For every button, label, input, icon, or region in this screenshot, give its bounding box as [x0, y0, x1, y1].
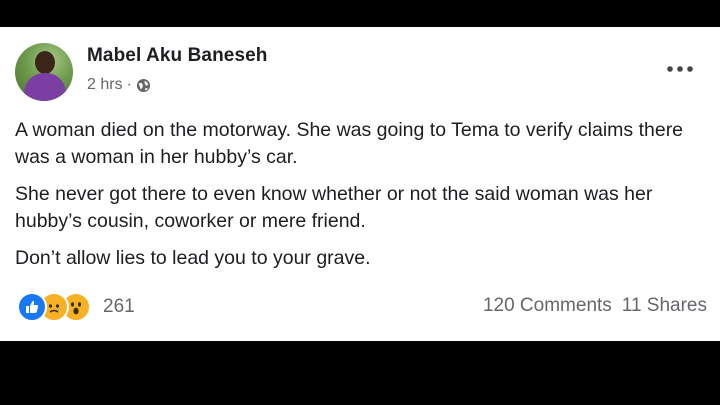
- post-paragraph: Don’t allow lies to lead you to your gra…: [15, 247, 371, 269]
- globe-icon[interactable]: [136, 78, 151, 93]
- reactions-summary[interactable]: 261: [17, 292, 135, 322]
- post-body: A woman died on the motorway. She was go…: [15, 117, 705, 282]
- author-name[interactable]: Mabel Aku Baneseh: [87, 45, 268, 67]
- comments-count-link[interactable]: 120 Comments: [483, 295, 612, 317]
- post-stats: 120 Comments 11 Shares: [483, 295, 707, 317]
- post-paragraph: A woman died on the motorway. She was go…: [15, 119, 684, 168]
- more-icon: [667, 66, 693, 72]
- more-options-button[interactable]: [664, 59, 696, 79]
- meta-separator: ·: [126, 76, 132, 93]
- bottom-letterbox-bar: [0, 341, 720, 405]
- shares-count-link[interactable]: 11 Shares: [622, 295, 707, 317]
- author-avatar[interactable]: [15, 43, 73, 101]
- post-paragraph: She never got there to even know whether…: [15, 183, 653, 232]
- post-time[interactable]: 2 hrs: [87, 76, 123, 94]
- like-icon: [17, 292, 47, 322]
- facebook-post-card: Mabel Aku Baneseh 2 hrs · A woman died o…: [0, 27, 720, 341]
- post-meta: 2 hrs ·: [87, 76, 151, 94]
- reaction-count[interactable]: 261: [103, 296, 135, 318]
- top-letterbox-bar: [0, 0, 720, 27]
